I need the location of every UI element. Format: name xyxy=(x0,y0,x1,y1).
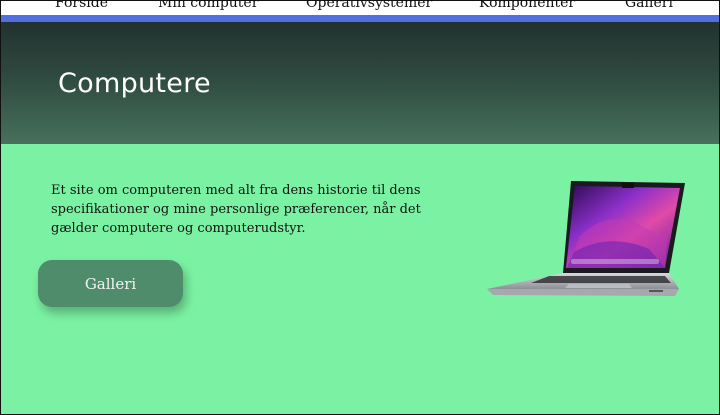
nav-item-galleri[interactable]: Galleri xyxy=(625,0,673,11)
nav-item-forside[interactable]: Forside xyxy=(55,0,108,11)
hero-banner: Computere xyxy=(1,22,719,144)
laptop-image xyxy=(487,181,685,296)
nav-item-komponenter[interactable]: Komponenter xyxy=(479,0,575,11)
intro-text: Et site om computeren med alt fra dens h… xyxy=(51,183,421,236)
nav-item-min-computer[interactable]: Min computer xyxy=(158,0,258,11)
nav-item-operativsystemer[interactable]: Operativsystemer xyxy=(306,0,432,11)
page-title: Computere xyxy=(58,68,211,99)
nav-accent-bar xyxy=(1,15,719,22)
top-nav: Forside Min computer Operativsystemer Ko… xyxy=(1,0,719,15)
gallery-button[interactable]: Galleri xyxy=(38,260,183,307)
